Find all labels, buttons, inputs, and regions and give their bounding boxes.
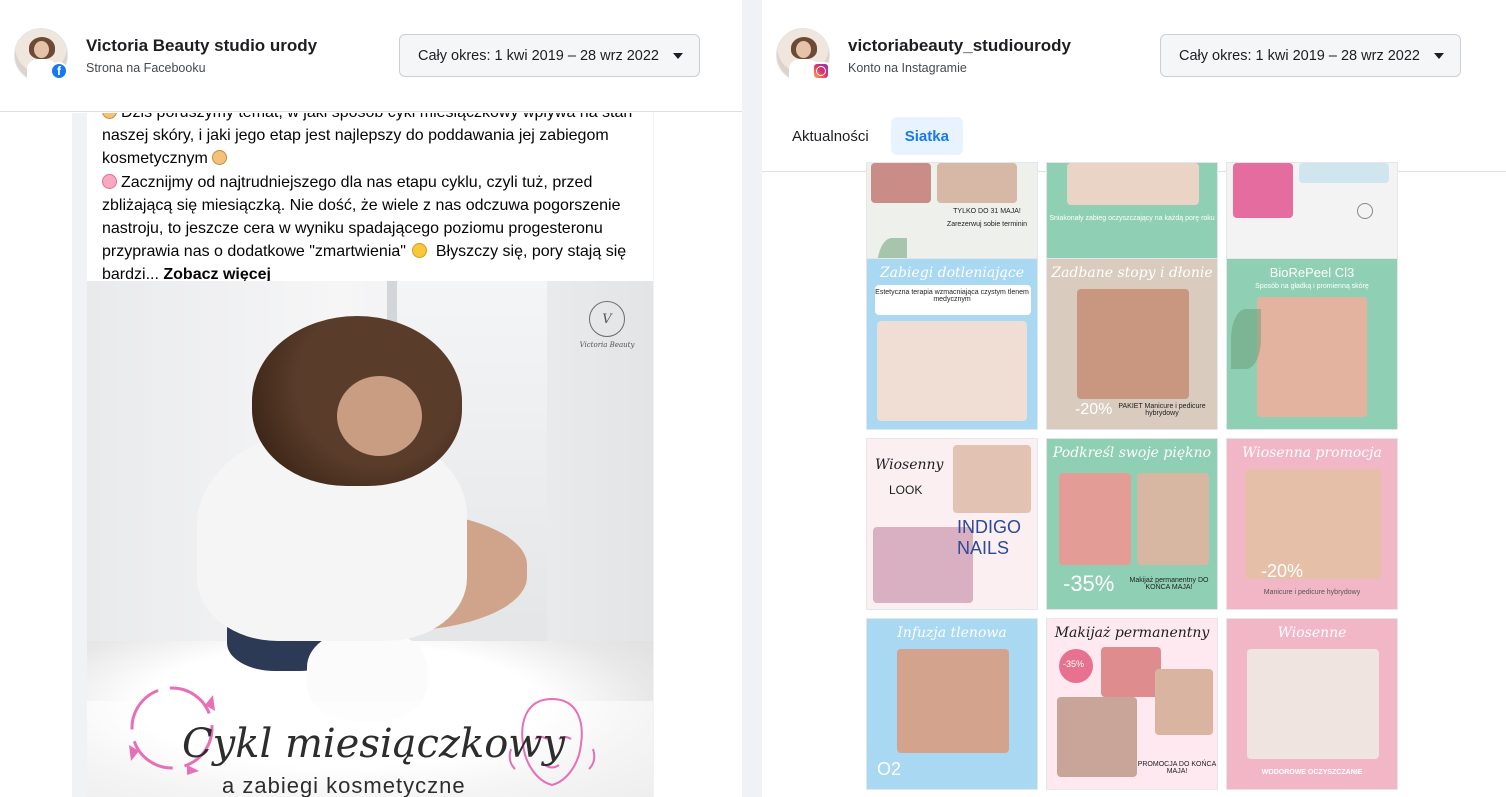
emoji-person-icon bbox=[212, 150, 228, 166]
instagram-header: victoriabeauty_studiourody Konto na Inst… bbox=[762, 0, 1506, 172]
post-paragraph-1: Dziś poruszymy temat, w jaki sposób cykl… bbox=[102, 113, 632, 168]
grid-post-7[interactable]: Wiosenny LOOK INDIGO NAILS bbox=[866, 438, 1038, 610]
post-image[interactable]: V Victoria Beauty Cykl miesiączkowy a za… bbox=[87, 281, 653, 797]
chevron-down-icon bbox=[673, 52, 683, 59]
instagram-tabs: Aktualności Siatka bbox=[780, 117, 963, 155]
instagram-account-name[interactable]: victoriabeauty_studiourody bbox=[848, 36, 1071, 56]
grid-post-12[interactable]: Wiosenne WODOROWE OCZYSZCZANIE bbox=[1226, 618, 1398, 790]
emoji-worried-icon bbox=[412, 243, 428, 259]
instagram-period-dropdown[interactable]: Cały okres: 1 kwi 2019 – 28 wrz 2022 bbox=[1160, 34, 1461, 77]
emoji-flower-icon bbox=[102, 173, 117, 189]
facebook-period-dropdown[interactable]: Cały okres: 1 kwi 2019 – 28 wrz 2022 bbox=[399, 34, 700, 77]
facebook-header: f Victoria Beauty studio urody Strona na… bbox=[0, 0, 742, 112]
grid-post-10[interactable]: Infuzja tlenowa O2 bbox=[866, 618, 1038, 790]
period-label: Cały okres: 1 kwi 2019 – 28 wrz 2022 bbox=[418, 47, 659, 64]
face bbox=[337, 376, 422, 456]
grid-post-4[interactable]: Zabiegi dotleniające Estetyczna terapia … bbox=[866, 258, 1038, 430]
emoji-person-icon bbox=[102, 113, 117, 119]
facebook-feed[interactable]: Dziś poruszymy temat, w jaki sposób cykl… bbox=[72, 113, 654, 797]
instagram-pane: victoriabeauty_studiourody Konto na Inst… bbox=[762, 0, 1506, 797]
facebook-post: Dziś poruszymy temat, w jaki sposób cykl… bbox=[87, 113, 653, 797]
facebook-icon: f bbox=[50, 62, 68, 80]
facebook-account-name[interactable]: Victoria Beauty studio urody bbox=[86, 36, 317, 56]
post-text: Dziś poruszymy temat, w jaki sposób cykl… bbox=[102, 113, 637, 287]
period-label: Cały okres: 1 kwi 2019 – 28 wrz 2022 bbox=[1179, 47, 1420, 64]
facebook-account-type: Strona na Facebooku bbox=[86, 61, 206, 75]
instagram-grid: TYLKO DO 31 MAJA! Zarezerwuj sobie termi… bbox=[866, 162, 1398, 797]
grid-post-9[interactable]: Wiosenna promocja -20% Manicure i pedicu… bbox=[1226, 438, 1398, 610]
grid-post-11[interactable]: Makijaż permanentny -35% PROMOCJA DO KOŃ… bbox=[1046, 618, 1218, 790]
tab-aktualnosci[interactable]: Aktualności bbox=[780, 117, 881, 155]
grid-post-6[interactable]: BioRePeel Cl3 Sposób na gładką i promien… bbox=[1226, 258, 1398, 430]
instagram-icon bbox=[812, 62, 830, 80]
chevron-down-icon bbox=[1434, 52, 1444, 59]
tab-siatka[interactable]: Siatka bbox=[890, 117, 963, 155]
grid-post-5[interactable]: Zadbane stopy i dłonie -20% PAKIET Manic… bbox=[1046, 258, 1218, 430]
image-title: Cykl miesiączkowy bbox=[182, 721, 566, 767]
image-subtitle: a zabiegi kosmetyczne bbox=[222, 773, 466, 797]
victoria-beauty-logo: V Victoria Beauty bbox=[579, 301, 635, 371]
grid-post-8[interactable]: Podkreśl swoje piękno -35% Makijaż perma… bbox=[1046, 438, 1218, 610]
pane-divider bbox=[742, 0, 762, 797]
facebook-pane: f Victoria Beauty studio urody Strona na… bbox=[0, 0, 742, 797]
instagram-account-type: Konto na Instagramie bbox=[848, 61, 967, 75]
